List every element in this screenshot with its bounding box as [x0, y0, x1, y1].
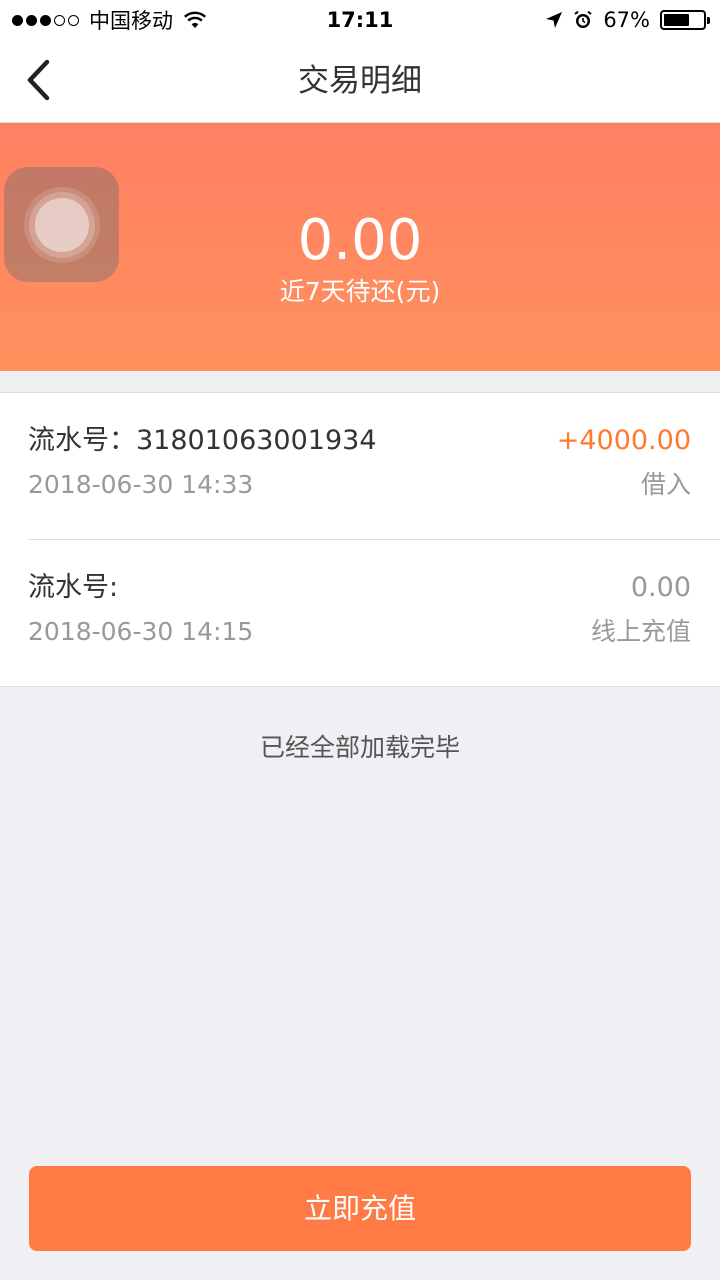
chevron-left-icon [27, 59, 50, 101]
load-complete-text: 已经全部加载完毕 [259, 733, 460, 762]
transaction-row[interactable]: 流水号：31801063001934 2018-06-30 14:33 +400… [0, 393, 720, 540]
signal-strength-icon [12, 14, 79, 26]
transaction-type: 借入 [640, 470, 691, 499]
carrier-name: 中国移动 [89, 9, 173, 33]
status-bar: 中国移动 17:11 67% [0, 0, 720, 40]
battery-icon [660, 10, 710, 30]
recharge-now-button[interactable]: 立即充值 [29, 1166, 691, 1251]
transaction-row[interactable]: 流水号: 2018-06-30 14:15 0.00 线上充值 [0, 540, 720, 686]
status-left: 中国移动 [12, 0, 207, 40]
transaction-amount: 0.00 [630, 572, 691, 603]
transaction-serial: 流水号: [28, 572, 119, 603]
transaction-serial: 流水号：31801063001934 [28, 425, 377, 456]
pending-amount: 0.00 [297, 208, 423, 273]
summary-banner: 0.00 近7天待还(元) [0, 123, 720, 371]
battery-level [664, 14, 690, 26]
transaction-list: 流水号：31801063001934 2018-06-30 14:33 +400… [0, 392, 720, 687]
location-arrow-icon [546, 12, 563, 28]
battery-percent: 67% [603, 8, 650, 32]
back-button[interactable] [10, 52, 66, 108]
transaction-date: 2018-06-30 14:33 [28, 470, 254, 499]
transaction-type: 线上充值 [590, 617, 691, 646]
transaction-date: 2018-06-30 14:15 [28, 617, 254, 646]
wifi-icon [183, 11, 207, 28]
alarm-clock-icon [574, 10, 592, 28]
pending-amount-label: 近7天待还(元) [279, 277, 441, 306]
transaction-amount: +4000.00 [556, 425, 691, 456]
status-right: 67% [545, 0, 710, 40]
page-title: 交易明细 [298, 63, 422, 99]
nav-bar: 交易明细 [0, 40, 720, 123]
